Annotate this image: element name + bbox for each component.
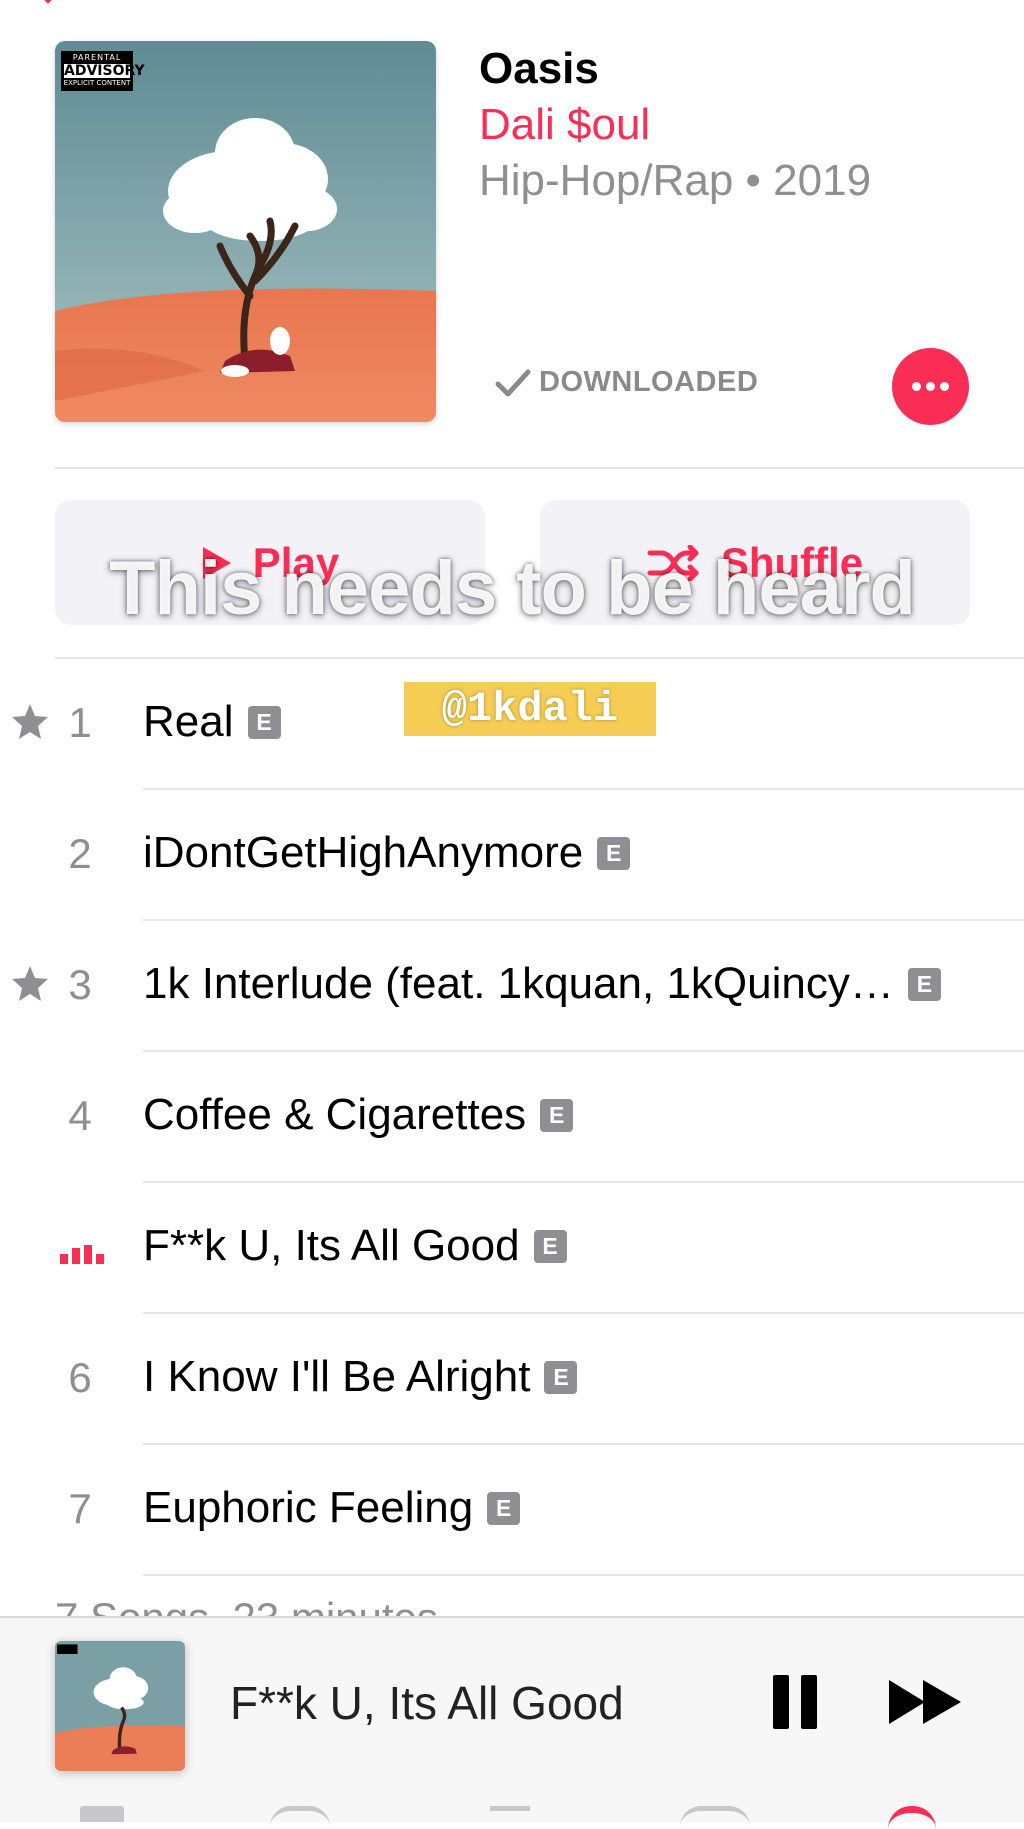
explicit-icon: E — [907, 967, 941, 1001]
download-status: DOWNLOADED — [495, 366, 758, 399]
track-row[interactable]: 6 I Know I'll Be Alright E — [0, 1314, 1024, 1445]
track-number: 4 — [68, 1092, 92, 1139]
track-title: Real — [143, 697, 234, 746]
track-number: 1 — [68, 699, 92, 746]
track-title: Coffee & Cigarettes — [143, 1090, 527, 1139]
track-number: 2 — [68, 830, 92, 877]
track-row[interactable]: 3 1k Interlude (feat. 1kquan, 1kQuincy… … — [0, 921, 1024, 1052]
album-title: Oasis — [479, 44, 599, 93]
download-status-label: DOWNLOADED — [539, 366, 759, 398]
back-chevron-icon[interactable] — [28, 0, 68, 4]
parental-advisory-label: PARENTAL ADVISORY EXPLICIT CONTENT — [61, 51, 145, 91]
track-row[interactable]: 2 iDontGetHighAnymore E — [0, 790, 1024, 921]
album-genre-year: Hip-Hop/Rap • 2019 — [479, 156, 872, 205]
check-icon — [495, 369, 531, 396]
explicit-icon: E — [487, 1491, 521, 1525]
advisory-line-1: PARENTAL — [72, 53, 122, 62]
explicit-icon: E — [597, 836, 631, 870]
star-icon — [12, 704, 48, 739]
mini-player[interactable]: F**k U, Its All Good — [0, 1616, 1024, 1822]
pause-button[interactable] — [773, 1675, 817, 1729]
mini-artwork-image — [55, 1641, 185, 1771]
radio-tab-icon[interactable] — [680, 1806, 750, 1827]
advisory-line-3: EXPLICIT CONTENT — [63, 79, 131, 87]
track-title: I Know I'll Be Alright — [143, 1352, 531, 1401]
row-divider — [143, 1574, 1024, 1576]
track-number: 6 — [68, 1354, 92, 1401]
track-row[interactable]: 4 Coffee & Cigarettes E — [0, 1052, 1024, 1183]
track-title: 1k Interlude (feat. 1kquan, 1kQuincy… — [143, 959, 894, 1008]
search-tab-icon[interactable] — [888, 1806, 936, 1829]
track-number: 3 — [68, 961, 92, 1008]
track-title: Euphoric Feeling — [143, 1483, 474, 1532]
track-row-now-playing[interactable]: F**k U, Its All Good E — [0, 1183, 1024, 1314]
track-row[interactable]: 1 Real E — [0, 659, 1024, 790]
overlay-caption: This needs to be heard — [109, 546, 916, 631]
track-row[interactable]: 7 Euphoric Feeling E — [0, 1445, 1024, 1576]
header-divider — [55, 467, 1024, 469]
mini-player-artwork[interactable] — [55, 1641, 185, 1771]
track-number: 7 — [68, 1485, 92, 1532]
explicit-icon: E — [540, 1098, 574, 1132]
track-title: F**k U, Its All Good — [143, 1221, 520, 1270]
star-icon — [12, 966, 48, 1001]
now-playing-icon — [60, 1245, 104, 1264]
next-icon[interactable] — [887, 1678, 963, 1726]
album-artwork-image — [55, 41, 436, 422]
album-artwork: PARENTAL ADVISORY EXPLICIT CONTENT — [55, 41, 436, 422]
explicit-icon: E — [544, 1360, 578, 1394]
more-button[interactable] — [892, 348, 969, 425]
pause-icon — [773, 1675, 789, 1729]
advisory-line-2: ADVISORY — [64, 63, 145, 79]
explicit-icon: E — [247, 705, 281, 739]
for-you-tab-icon[interactable] — [270, 1806, 330, 1827]
more-icon — [912, 382, 921, 391]
explicit-icon: E — [533, 1229, 567, 1263]
mini-player-title[interactable]: F**k U, Its All Good — [230, 1676, 624, 1730]
track-title: iDontGetHighAnymore — [143, 828, 584, 877]
browse-tab-icon[interactable] — [490, 1806, 530, 1827]
artist-name[interactable]: Dali $oul — [479, 100, 650, 150]
